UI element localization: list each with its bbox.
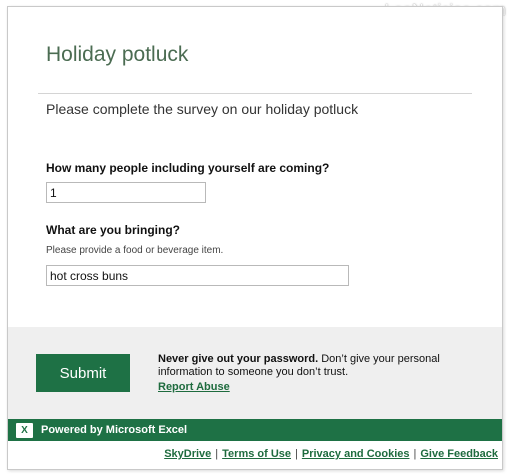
title-divider	[38, 93, 472, 94]
terms-of-use-link[interactable]: Terms of Use	[222, 448, 291, 460]
password-notice: Never give out your password. Don’t give…	[158, 353, 458, 379]
question-1-label: How many people including yourself are c…	[46, 161, 330, 175]
question-2-help: Please provide a food or beverage item.	[46, 245, 224, 256]
form-title: Holiday potluck	[46, 43, 189, 66]
excel-icon: X	[16, 422, 33, 438]
footer-links: SkyDrive | Terms of Use | Privacy and Cookie…	[8, 448, 502, 460]
question-2-input[interactable]	[46, 265, 349, 286]
powered-by-text: Powered by Microsoft Excel	[41, 424, 188, 436]
link-separator: |	[413, 448, 417, 460]
powered-by-bar: X Powered by Microsoft Excel	[8, 419, 502, 441]
report-abuse-link[interactable]: Report Abuse	[158, 381, 230, 393]
link-separator: |	[215, 448, 219, 460]
password-notice-bold: Never give out your password.	[158, 353, 319, 365]
privacy-and-cookies-link[interactable]: Privacy and Cookies	[302, 448, 410, 460]
give-feedback-link[interactable]: Give Feedback	[420, 448, 498, 460]
skydrive-link[interactable]: SkyDrive	[164, 448, 211, 460]
submit-button[interactable]: Submit	[36, 354, 130, 392]
form-footer: Submit Never give out your password. Don…	[8, 327, 502, 419]
question-1-input[interactable]	[46, 182, 206, 203]
question-2-label: What are you bringing?	[46, 223, 180, 237]
survey-form-card: Holiday potluck Please complete the surv…	[7, 6, 503, 470]
form-description: Please complete the survey on our holida…	[46, 101, 359, 117]
link-separator: |	[295, 448, 298, 460]
